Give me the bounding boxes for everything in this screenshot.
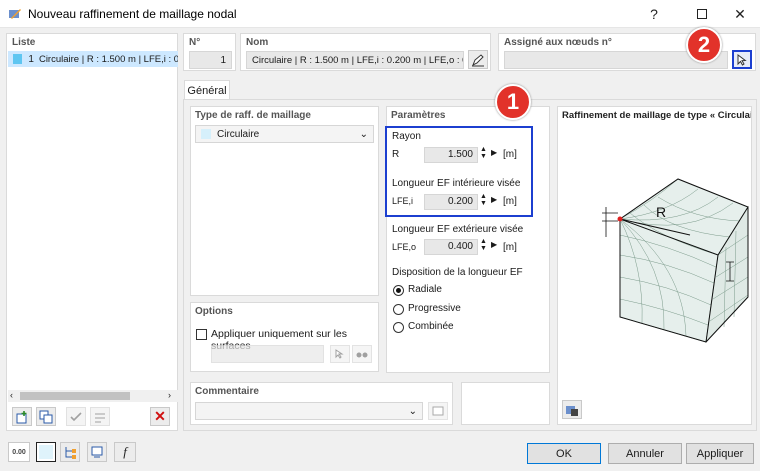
type-header: Type de raff. de maillage	[195, 110, 311, 121]
delete-icon: ✕	[154, 408, 166, 424]
cursor-pick-icon	[737, 53, 747, 66]
callout-one: 1	[495, 84, 531, 120]
horizontal-scrollbar[interactable]: ‹ ›	[8, 390, 178, 402]
comment-library-button[interactable]	[428, 402, 448, 420]
comment-select[interactable]: ⌄	[195, 402, 423, 420]
color-swatch-icon	[39, 445, 53, 459]
edit-name-button[interactable]	[468, 50, 488, 69]
chevron-down-icon: ⌄	[408, 405, 417, 417]
outer-length-arrow-icon[interactable]: ▶	[491, 240, 497, 249]
formula-button[interactable]: f	[114, 442, 136, 462]
radio-radiale-label: Radiale	[408, 284, 442, 295]
view-button[interactable]	[87, 442, 107, 462]
preview-options-button[interactable]	[562, 400, 582, 419]
name-label: Nom	[246, 37, 269, 48]
scroll-left-icon[interactable]: ‹	[10, 390, 13, 400]
close-button[interactable]: ✕	[720, 0, 760, 28]
renumber-icon	[95, 413, 105, 422]
binoculars-button[interactable]	[352, 345, 372, 363]
maximize-button[interactable]	[682, 0, 722, 28]
type-color-icon	[201, 129, 211, 139]
list-item-text: Circulaire | R : 1.500 m | LFE,i : 0.2	[38, 53, 178, 65]
pencil-icon	[472, 53, 484, 66]
number-box: N° 1	[183, 33, 236, 71]
chevron-down-icon: ⌄	[359, 128, 368, 140]
outer-length-symbol: LFE,o	[392, 242, 417, 252]
outer-length-spinner[interactable]: ▲ ▼	[480, 238, 487, 252]
pick-surfaces-button[interactable]	[330, 345, 350, 363]
copy-icon	[39, 410, 53, 423]
new-item-icon	[16, 410, 27, 423]
cancel-button[interactable]: Annuler	[608, 443, 682, 464]
list-panel: Liste 1 Circulaire | R : 1.500 m | LFE,i…	[6, 33, 178, 431]
name-box: Nom Circulaire | R : 1.500 m | LFE,i : 0…	[240, 33, 491, 71]
comment-header: Commentaire	[195, 386, 259, 397]
radio-progressive[interactable]	[393, 304, 404, 315]
list-header: Liste	[12, 37, 36, 48]
new-item-button[interactable]	[12, 407, 32, 426]
list-item-number: 1	[28, 53, 34, 65]
ok-button[interactable]: OK	[527, 443, 601, 464]
comment-panel: Commentaire ⌄	[190, 382, 453, 425]
apply-button[interactable]: Appliquer	[686, 443, 754, 464]
units-button[interactable]: 0.00	[8, 442, 30, 462]
title-bar: Nouveau raffinement de maillage nodal ? …	[0, 0, 760, 28]
preview-panel: Raffinement de maillage de type « Circul…	[557, 106, 752, 425]
radio-combinee[interactable]	[393, 322, 404, 333]
type-value: Circulaire	[217, 128, 260, 140]
copy-item-button[interactable]	[36, 407, 56, 426]
list-item[interactable]: 1 Circulaire | R : 1.500 m | LFE,i : 0.2	[8, 51, 178, 67]
callout-two: 2	[686, 27, 722, 63]
preview-r-text: R	[656, 204, 666, 220]
outer-length-unit: [m]	[503, 242, 517, 253]
delete-button[interactable]: ✕	[150, 407, 170, 426]
cursor-icon	[335, 349, 344, 359]
type-panel: Type de raff. de maillage Circulaire ⌄	[190, 106, 379, 296]
empty-panel	[461, 382, 550, 425]
params-header: Paramètres	[391, 110, 446, 121]
radio-radiale[interactable]	[393, 285, 404, 296]
help-icon[interactable]: ?	[634, 0, 674, 28]
disposition-label: Disposition de la longueur EF	[392, 267, 523, 278]
number-label: N°	[189, 37, 201, 48]
function-icon: f	[123, 444, 127, 459]
surfaces-only-checkbox[interactable]	[196, 329, 207, 340]
display-settings-icon	[566, 405, 578, 416]
surfaces-field[interactable]	[211, 345, 324, 363]
window-title: Nouveau raffinement de maillage nodal	[28, 7, 237, 21]
radio-combinee-label: Combinée	[408, 321, 454, 332]
name-field[interactable]: Circulaire | R : 1.500 m | LFE,i : 0.200…	[246, 51, 464, 69]
tree-button[interactable]	[60, 442, 80, 462]
tree-list-icon	[65, 447, 76, 459]
library-icon	[432, 406, 444, 416]
view-icon	[91, 446, 103, 458]
color-button[interactable]	[36, 442, 56, 462]
checkmark-icon	[70, 411, 82, 421]
renumber-button[interactable]	[90, 407, 110, 426]
outer-length-input[interactable]: 0.400	[424, 239, 478, 255]
app-icon	[9, 9, 21, 19]
scrollbar-thumb[interactable]	[20, 392, 130, 400]
mesh-preview-figure: R	[602, 178, 749, 344]
assigned-label: Assigné aux nœuds n°	[504, 37, 612, 48]
color-square-icon	[13, 54, 23, 64]
type-select[interactable]: Circulaire ⌄	[195, 125, 374, 143]
outer-length-label: Longueur EF extérieure visée	[392, 224, 524, 235]
preview-header: Raffinement de maillage de type « Circul…	[562, 110, 752, 121]
radio-progressive-label: Progressive	[408, 303, 461, 314]
scroll-right-icon[interactable]: ›	[168, 390, 171, 400]
binoculars-icon	[356, 352, 368, 358]
zero-decimal-badge: 0.00	[12, 448, 26, 456]
pick-nodes-button[interactable]	[732, 50, 752, 69]
number-field[interactable]: 1	[189, 51, 232, 69]
options-header: Options	[195, 306, 233, 317]
options-panel: Options Appliquer uniquement sur les sur…	[190, 302, 379, 372]
highlight-frame-params	[385, 126, 533, 217]
tab-general[interactable]: Général	[184, 80, 230, 100]
check-item-button[interactable]	[66, 407, 86, 426]
